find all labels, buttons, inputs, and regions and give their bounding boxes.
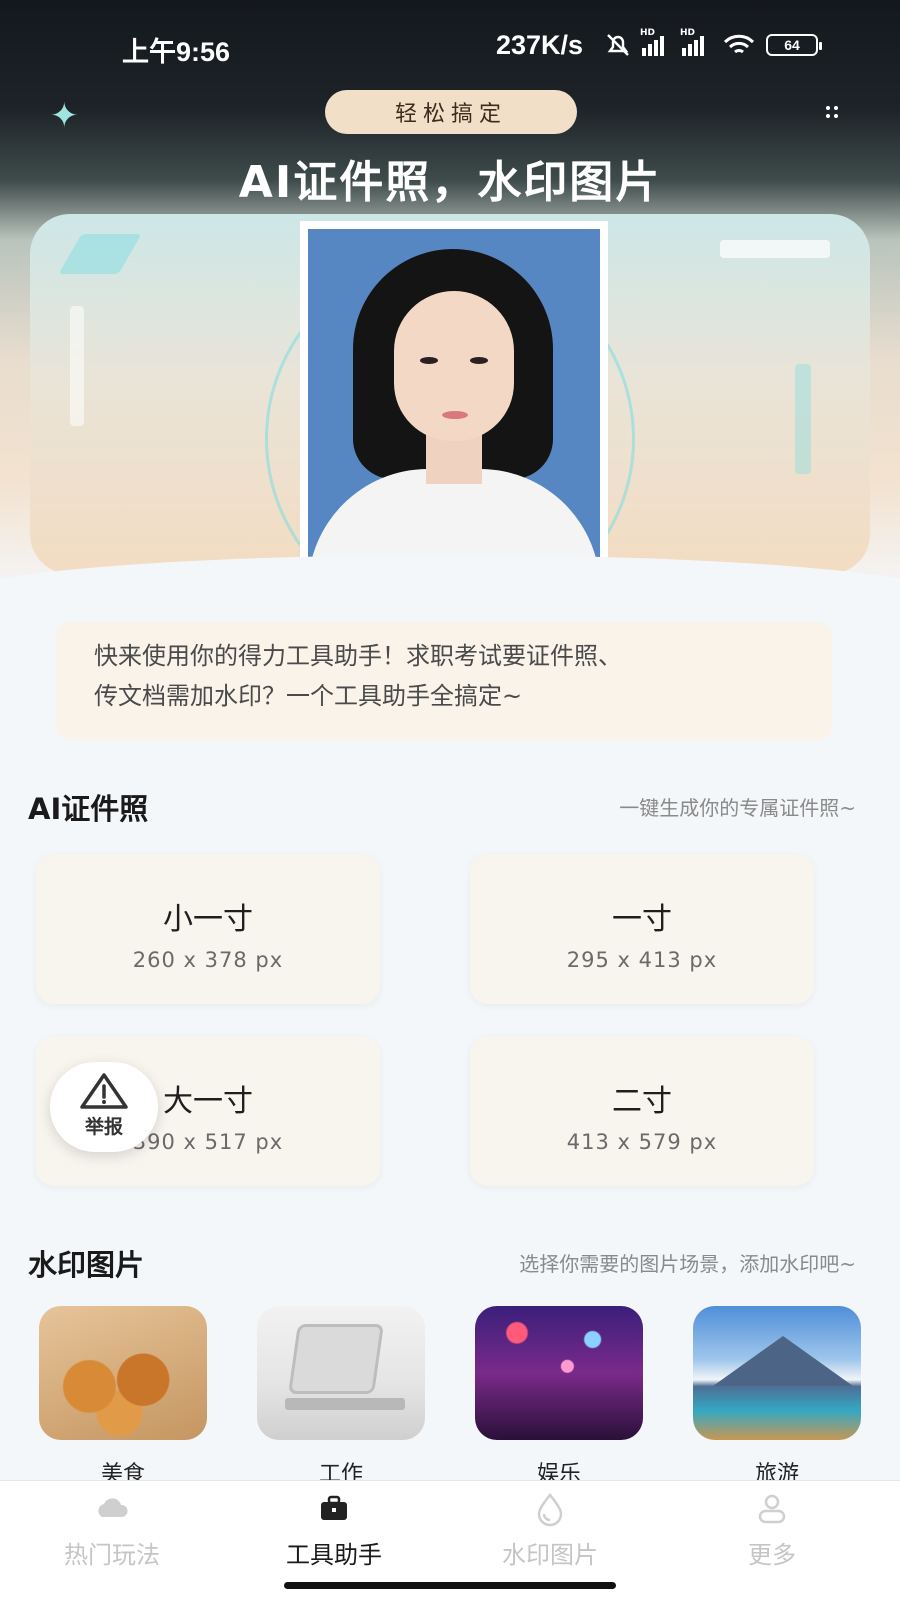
nav-label: 水印图片 — [502, 1541, 598, 1569]
size-name: 一寸 — [612, 902, 672, 937]
battery-icon: 64 — [766, 34, 822, 56]
person-icon — [758, 1494, 786, 1524]
hd-label-2: HD — [680, 28, 696, 38]
entertainment-thumbnail — [475, 1306, 643, 1440]
size-dimensions: 295 x 413 px — [566, 948, 718, 972]
size-dimensions: 260 x 378 px — [132, 948, 284, 972]
size-name: 小一寸 — [163, 902, 253, 937]
warning-icon — [80, 1073, 128, 1109]
intro-line-1: 快来使用你的得力工具助手！求职考试要证件照、 — [94, 642, 622, 670]
intro-line-2: 传文档需加水印？一个工具助手全搞定~ — [94, 682, 523, 710]
scene-travel[interactable]: 旅游 — [692, 1306, 862, 1488]
battery-level: 64 — [784, 37, 800, 53]
status-bar: 上午9:56 237K/s HD HD 64 — [0, 0, 900, 90]
nav-item-hot-features[interactable]: 热门玩法 — [32, 1491, 192, 1570]
droplet-icon — [537, 1492, 563, 1527]
hero-tag: 轻松搞定 — [325, 90, 577, 134]
scene-entertainment[interactable]: 娱乐 — [474, 1306, 644, 1488]
report-button[interactable]: 举报 — [50, 1062, 158, 1152]
signal-strength-icon: HD — [640, 28, 664, 56]
status-time: 上午9:56 — [122, 37, 231, 67]
sample-id-photo — [300, 221, 608, 571]
scene-work[interactable]: 工作 — [256, 1306, 426, 1488]
cloud-icon — [98, 1498, 128, 1517]
size-dimensions: 413 x 579 px — [566, 1130, 718, 1154]
watermark-section-title: 水印图片 — [28, 1248, 145, 1282]
nav-label: 工具助手 — [286, 1541, 382, 1569]
size-card-one-inch[interactable]: 一寸 295 x 413 px — [470, 854, 814, 1004]
travel-thumbnail — [693, 1306, 861, 1440]
size-card-two-inch[interactable]: 二寸 413 x 579 px — [470, 1036, 814, 1186]
report-label: 举报 — [84, 1116, 123, 1138]
work-thumbnail — [257, 1306, 425, 1440]
briefcase-icon — [321, 1495, 347, 1520]
nav-label: 热门玩法 — [64, 1541, 160, 1569]
status-icons: HD HD 64 — [604, 28, 822, 58]
home-indicator[interactable] — [284, 1582, 616, 1589]
nav-item-tool-assistant[interactable]: 工具助手 — [254, 1491, 414, 1570]
nav-label: 更多 — [748, 1541, 796, 1569]
watermark-section-subtitle: 选择你需要的图片场景，添加水印吧~ — [519, 1252, 856, 1276]
food-thumbnail — [39, 1306, 207, 1440]
scene-food[interactable]: 美食 — [38, 1306, 208, 1488]
nav-item-watermark[interactable]: 水印图片 — [470, 1491, 630, 1570]
size-name: 二寸 — [612, 1084, 672, 1119]
wifi-icon — [723, 34, 755, 54]
menu-dots-icon[interactable] — [826, 106, 842, 120]
hero-title: AI证件照，水印图片 — [238, 157, 662, 208]
hd-label: HD — [640, 28, 656, 38]
nav-item-more[interactable]: 更多 — [692, 1491, 852, 1570]
id-photo-portrait — [308, 229, 600, 563]
intro-banner: 快来使用你的得力工具助手！求职考试要证件照、 传文档需加水印？一个工具助手全搞定… — [56, 622, 832, 740]
signal-strength-icon-2: HD — [680, 28, 704, 56]
mute-bell-icon — [607, 34, 629, 56]
network-speed: 237K/s — [496, 30, 584, 60]
sparkle-icon: ✦ — [50, 96, 79, 136]
size-card-small-one-inch[interactable]: 小一寸 260 x 378 px — [36, 854, 380, 1004]
id-photo-section-subtitle: 一键生成你的专属证件照~ — [619, 796, 856, 820]
id-photo-section-title: AI证件照 — [28, 792, 149, 826]
